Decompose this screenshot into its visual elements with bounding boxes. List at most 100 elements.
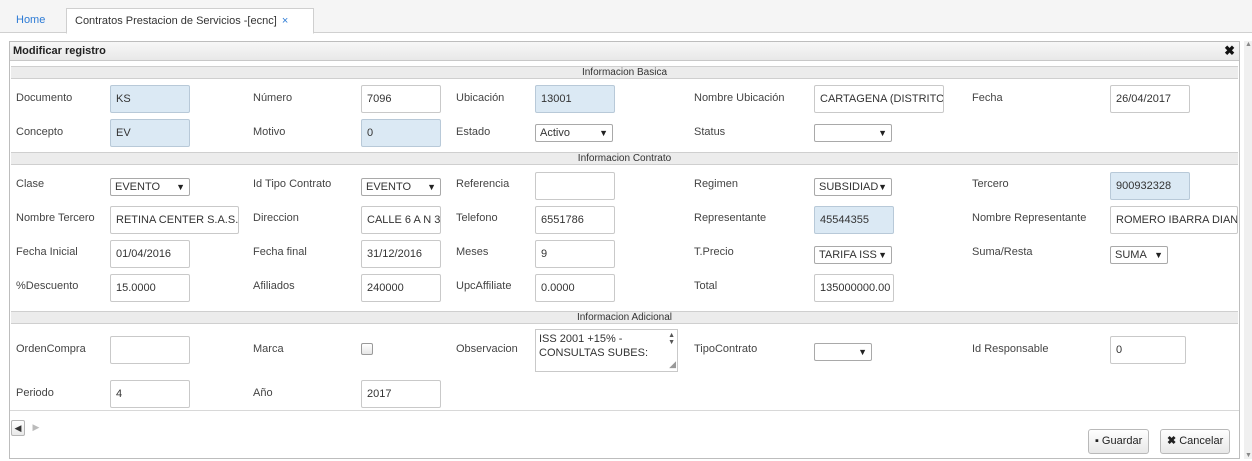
chevron-down-icon: ▼ <box>1154 250 1163 260</box>
observacion-label: Observacion <box>456 343 518 355</box>
direccion-field[interactable]: CALLE 6 A N 3 <box>361 206 441 234</box>
periodo-field[interactable]: 4 <box>110 380 190 408</box>
estado-label: Estado <box>456 126 491 138</box>
fecha-inicial-label: Fecha Inicial <box>16 246 78 258</box>
meses-field[interactable]: 9 <box>535 240 615 268</box>
fecha-final-field[interactable]: 31/12/2016 <box>361 240 441 268</box>
dialog-close-icon[interactable]: ✖ <box>1224 43 1235 59</box>
estado-select[interactable]: Activo ▼ <box>535 124 613 142</box>
tipo-contrato-select[interactable]: ▼ <box>814 343 872 361</box>
upc-affiliate-field[interactable]: 0.0000 <box>535 274 615 302</box>
suma-resta-select[interactable]: SUMA ▼ <box>1110 246 1168 264</box>
chevron-down-icon: ▼ <box>878 128 887 138</box>
footer-divider <box>10 410 1239 411</box>
marca-label: Marca <box>253 343 284 355</box>
numero-label: Número <box>253 92 293 104</box>
estado-select-value: Activo <box>540 127 570 139</box>
page-scrollbar[interactable]: ▲ ▼ <box>1244 41 1252 459</box>
nombre-tercero-label: Nombre Tercero <box>16 212 95 224</box>
orden-compra-label: OrdenCompra <box>16 343 86 355</box>
tab-contratos[interactable]: Contratos Prestacion de Servicios -[ecnc… <box>66 8 314 34</box>
tab-home-label: Home <box>16 14 46 26</box>
clase-select[interactable]: EVENTO ▼ <box>110 178 190 196</box>
resize-grip-icon[interactable]: ◢ <box>669 357 676 371</box>
representante-field[interactable]: 45544355 <box>814 206 894 234</box>
tab-contratos-label: Contratos Prestacion de Servicios -[ecnc… <box>75 15 277 27</box>
concepto-field[interactable]: EV <box>110 119 190 147</box>
prev-record-icon[interactable]: ◀ <box>11 420 25 436</box>
save-icon: ▪ <box>1095 435 1099 447</box>
ubicacion-field[interactable]: 13001 <box>535 85 615 113</box>
dialog-title: Modificar registro <box>13 45 106 57</box>
periodo-label: Periodo <box>16 387 54 399</box>
representante-label: Representante <box>694 212 767 224</box>
nombre-representante-field[interactable]: ROMERO IBARRA DIANA <box>1110 206 1238 234</box>
clase-label: Clase <box>16 178 45 190</box>
cancel-button-label: Cancelar <box>1179 435 1224 447</box>
tercero-field[interactable]: 900932328 <box>1110 172 1190 200</box>
chevron-down-icon: ▼ <box>427 182 436 192</box>
x-icon: ✖ <box>1167 435 1177 447</box>
referencia-label: Referencia <box>456 178 510 190</box>
tipo-contrato-label: TipoContrato <box>694 343 758 355</box>
total-label: Total <box>694 280 718 292</box>
fecha-inicial-field[interactable]: 01/04/2016 <box>110 240 190 268</box>
dialog-titlebar: Modificar registro ✖ <box>10 42 1239 61</box>
id-responsable-field[interactable]: 0 <box>1110 336 1186 364</box>
afiliados-field[interactable]: 240000 <box>361 274 441 302</box>
save-button[interactable]: ▪ Guardar <box>1088 429 1150 454</box>
status-label: Status <box>694 126 726 138</box>
tab-close-icon[interactable]: × <box>282 15 288 27</box>
nombre-representante-label: Nombre Representante <box>972 212 1087 224</box>
spinner-icon[interactable]: ▲ ▼ <box>668 332 675 346</box>
section-informacion-contrato: Informacion Contrato <box>11 152 1238 165</box>
tab-home[interactable]: Home <box>8 8 60 34</box>
motivo-field[interactable]: 0 <box>361 119 441 147</box>
tprecio-select[interactable]: TARIFA ISS ▼ <box>814 246 892 264</box>
anio-field[interactable]: 2017 <box>361 380 441 408</box>
chevron-down-icon: ▼ <box>599 128 608 138</box>
id-tipo-contrato-select-value: EVENTO <box>366 181 412 193</box>
status-select[interactable]: ▼ <box>814 124 892 142</box>
nombre-tercero-field[interactable]: RETINA CENTER S.A.S. <box>110 206 239 234</box>
tprecio-label: T.Precio <box>694 246 734 258</box>
tprecio-select-value: TARIFA ISS <box>819 249 877 261</box>
cancel-button[interactable]: ✖ Cancelar <box>1160 429 1231 454</box>
numero-field[interactable]: 7096 <box>361 85 441 113</box>
id-responsable-label: Id Responsable <box>972 343 1049 355</box>
scroll-down-icon[interactable]: ▼ <box>1245 452 1252 459</box>
scroll-up-icon[interactable]: ▲ <box>1245 41 1252 48</box>
direccion-label: Direccion <box>253 212 299 224</box>
tab-bar: Home Contratos Prestacion de Servicios -… <box>0 0 1252 34</box>
afiliados-label: Afiliados <box>253 280 295 292</box>
descuento-label: %Descuento <box>16 280 79 292</box>
documento-field[interactable]: KS <box>110 85 190 113</box>
marca-checkbox[interactable] <box>361 343 373 355</box>
regimen-select[interactable]: SUBSIDIAD ▼ <box>814 178 892 196</box>
chevron-down-icon: ▼ <box>878 250 887 260</box>
modify-record-dialog: Modificar registro ✖ Informacion Basica … <box>9 41 1240 459</box>
concepto-label: Concepto <box>16 126 64 138</box>
clase-select-value: EVENTO <box>115 181 161 193</box>
nombre-ubicacion-field[interactable]: CARTAGENA (DISTRITO <box>814 85 944 113</box>
descuento-field[interactable]: 15.0000 <box>110 274 190 302</box>
anio-label: Año <box>253 387 273 399</box>
observacion-line-1: ISS 2001 +15% - <box>539 333 623 345</box>
chevron-down-icon: ▼ <box>878 182 887 192</box>
fecha-label: Fecha <box>972 92 1003 104</box>
telefono-field[interactable]: 6551786 <box>535 206 615 234</box>
id-tipo-contrato-select[interactable]: EVENTO ▼ <box>361 178 441 196</box>
orden-compra-field[interactable] <box>110 336 190 364</box>
regimen-select-value: SUBSIDIAD <box>819 181 879 193</box>
observacion-textarea[interactable]: ISS 2001 +15% - CONSULTAS SUBES: ▲ ▼ ◢ <box>535 329 678 372</box>
next-record-icon[interactable]: ▶ <box>29 420 43 436</box>
referencia-field[interactable] <box>535 172 615 200</box>
meses-label: Meses <box>456 246 489 258</box>
section-informacion-adicional: Informacion Adicional <box>11 311 1238 324</box>
fecha-field[interactable]: 26/04/2017 <box>1110 85 1190 113</box>
total-field[interactable]: 135000000.00 <box>814 274 894 302</box>
suma-resta-select-value: SUMA <box>1115 249 1147 261</box>
section-informacion-basica: Informacion Basica <box>11 66 1238 79</box>
suma-resta-label: Suma/Resta <box>972 246 1033 258</box>
telefono-label: Telefono <box>456 212 498 224</box>
